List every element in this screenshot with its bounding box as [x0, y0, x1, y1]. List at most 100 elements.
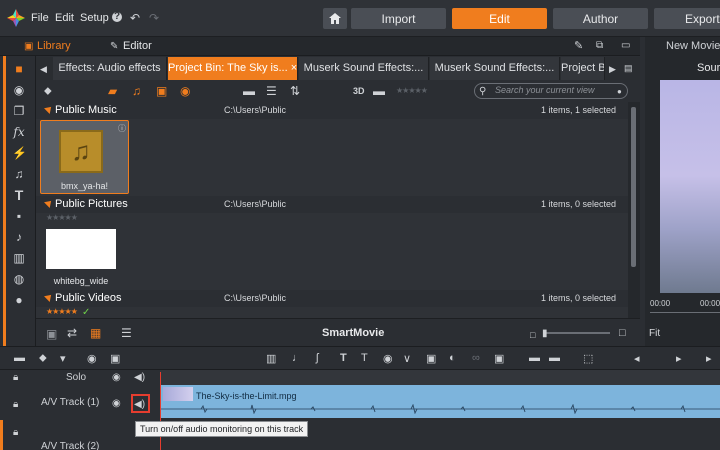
- transitions-icon[interactable]: ⚡: [12, 146, 27, 160]
- audio-icon[interactable]: ♪: [12, 230, 26, 244]
- lock-icon[interactable]: 🔒︎: [13, 426, 18, 440]
- voiceover-icon[interactable]: ◉: [383, 352, 393, 365]
- music-icon[interactable]: ♫: [12, 167, 26, 181]
- track-1-name[interactable]: A/V Track (1): [41, 397, 99, 408]
- audio-filter-icon[interactable]: ♫: [132, 84, 141, 98]
- sound-effects-icon[interactable]: ◍: [12, 272, 26, 286]
- group-public-music[interactable]: Public Music C:\Users\Public 1 items, 1 …: [36, 102, 628, 119]
- clear-search-icon[interactable]: ●: [617, 85, 622, 99]
- info-icon[interactable]: ⓘ: [118, 122, 126, 136]
- sync-icon[interactable]: ⇄: [67, 326, 77, 340]
- montage-icon[interactable]: ▪: [12, 209, 26, 223]
- record-icon[interactable]: ◉: [87, 352, 97, 365]
- group-public-pictures[interactable]: Public Pictures C:\Users\Public 1 items,…: [36, 196, 628, 213]
- color-wheel-icon[interactable]: ◉: [12, 83, 26, 97]
- 3d-filter[interactable]: 3D: [353, 84, 365, 98]
- eye-icon[interactable]: ◉: [112, 397, 121, 411]
- edit-button[interactable]: Edit: [452, 8, 547, 29]
- tab-muserk-2[interactable]: Muserk Sound Effects:...: [430, 57, 560, 80]
- eye-icon[interactable]: ◉: [112, 371, 121, 385]
- add-track-icon[interactable]: ⬥: [39, 352, 47, 365]
- marker-next-icon[interactable]: ▸: [706, 352, 712, 365]
- title-icon[interactable]: T: [340, 352, 347, 364]
- undo-icon[interactable]: ↶: [130, 11, 140, 25]
- tab-effects-audio[interactable]: Effects: Audio effects: [53, 57, 167, 80]
- collections-icon[interactable]: ❐: [12, 104, 26, 118]
- media-item-picture[interactable]: [46, 229, 116, 269]
- tab-project-b[interactable]: Project B: [561, 57, 605, 80]
- collapse-icon[interactable]: [44, 198, 54, 208]
- smartmovie-button[interactable]: SmartMovie: [322, 327, 384, 339]
- author-button[interactable]: Author: [553, 8, 648, 29]
- menu-setup[interactable]: Setup: [80, 12, 109, 24]
- menu-edit[interactable]: Edit: [55, 12, 74, 24]
- export-button[interactable]: Export: [654, 8, 720, 29]
- zoom-fit-dropdown[interactable]: Fit: [649, 328, 660, 339]
- speaker-icon[interactable]: ◀): [134, 371, 145, 385]
- copy-icon[interactable]: ⧉: [596, 39, 603, 53]
- timeline-ruler[interactable]: [160, 370, 720, 385]
- tool-dropdown-icon[interactable]: ▾: [60, 352, 66, 365]
- group-public-videos[interactable]: Public Videos C:\Users\Public 1 items, 0…: [36, 290, 628, 307]
- scrollbar-thumb[interactable]: [631, 107, 636, 267]
- folder-icon[interactable]: ▬: [243, 84, 255, 98]
- collapse-icon[interactable]: [44, 104, 54, 114]
- film-icon[interactable]: ▣: [426, 352, 436, 365]
- item-rating[interactable]: ★★★★★: [46, 307, 78, 316]
- project-filter-icon[interactable]: ◉: [180, 84, 190, 98]
- color-icon[interactable]: ◐: [449, 352, 456, 364]
- pin-icon[interactable]: ✎: [574, 39, 583, 53]
- lock-icon[interactable]: 🔒︎: [13, 398, 18, 412]
- titles-icon[interactable]: T: [12, 188, 26, 202]
- import-button[interactable]: Import: [351, 8, 446, 29]
- snap-icon[interactable]: ▬: [529, 352, 540, 364]
- tab-menu-icon[interactable]: ▤: [624, 61, 633, 75]
- link-icon[interactable]: ∞: [472, 352, 480, 364]
- home-button[interactable]: [323, 8, 347, 29]
- razor-icon[interactable]: ▣: [494, 352, 504, 365]
- tab-scroll-left-icon[interactable]: ◀: [40, 62, 47, 76]
- menus-icon[interactable]: ▥: [12, 251, 26, 265]
- mark-in-icon[interactable]: ◂: [634, 352, 640, 365]
- collapse-icon[interactable]: [44, 292, 54, 302]
- redo-icon[interactable]: ↷: [149, 11, 159, 25]
- transitions-tool-icon[interactable]: ∨: [403, 352, 411, 365]
- audio-mixer-icon[interactable]: ▥: [266, 352, 276, 365]
- preview-scrubber[interactable]: [650, 312, 720, 313]
- trim-icon[interactable]: ▬: [549, 352, 560, 364]
- slider-handle[interactable]: ▮: [542, 327, 548, 341]
- rating-filter[interactable]: ★★★★★: [396, 86, 428, 95]
- marker-icon[interactable]: ▸: [676, 352, 682, 365]
- soundtrack-icon[interactable]: ʃ: [316, 352, 318, 364]
- search-input[interactable]: Search your current view: [474, 83, 628, 99]
- clip-tool-icon[interactable]: ⬚: [583, 352, 593, 365]
- item-rating[interactable]: ★★★★★: [46, 213, 78, 222]
- disc-icon[interactable]: ●: [12, 293, 26, 307]
- track-2-name[interactable]: A/V Track (2): [41, 441, 99, 450]
- library-tab[interactable]: Library: [37, 40, 71, 52]
- tag-icon[interactable]: ⬥: [44, 84, 52, 98]
- menu-file[interactable]: File: [31, 12, 49, 24]
- sort-icon[interactable]: ⇅: [290, 84, 300, 98]
- tab-project-bin[interactable]: Project Bin: The Sky is... ×: [168, 57, 298, 80]
- details-view-icon[interactable]: ☰: [121, 326, 132, 340]
- effects-icon[interactable]: fx: [12, 125, 26, 139]
- help-icon[interactable]: ?: [112, 12, 122, 22]
- project-bin-icon[interactable]: ■: [12, 62, 26, 76]
- text-box-icon[interactable]: T: [361, 352, 368, 364]
- storyboard-toggle-icon[interactable]: ▣: [110, 352, 120, 365]
- photo-filter-icon[interactable]: ▣: [156, 84, 167, 98]
- thumbnail-size-slider[interactable]: [545, 332, 610, 334]
- timeline-settings-icon[interactable]: ▬: [14, 352, 25, 364]
- editor-tab[interactable]: Editor: [123, 40, 152, 52]
- video-filter-icon[interactable]: ▰: [108, 84, 117, 98]
- playhead[interactable]: [160, 372, 161, 450]
- panel-layout-icon[interactable]: ▭: [621, 39, 630, 53]
- caption-filter-icon[interactable]: ▬: [373, 84, 385, 98]
- tab-scroll-right-icon[interactable]: ▶: [609, 62, 616, 76]
- list-view-icon[interactable]: ☰: [266, 84, 277, 98]
- storyboard-icon[interactable]: ▣: [46, 327, 57, 341]
- tab-muserk-1[interactable]: Muserk Sound Effects:...: [299, 57, 429, 80]
- lock-icon[interactable]: 🔒︎: [13, 371, 18, 385]
- grid-view-icon[interactable]: ▦: [90, 326, 101, 340]
